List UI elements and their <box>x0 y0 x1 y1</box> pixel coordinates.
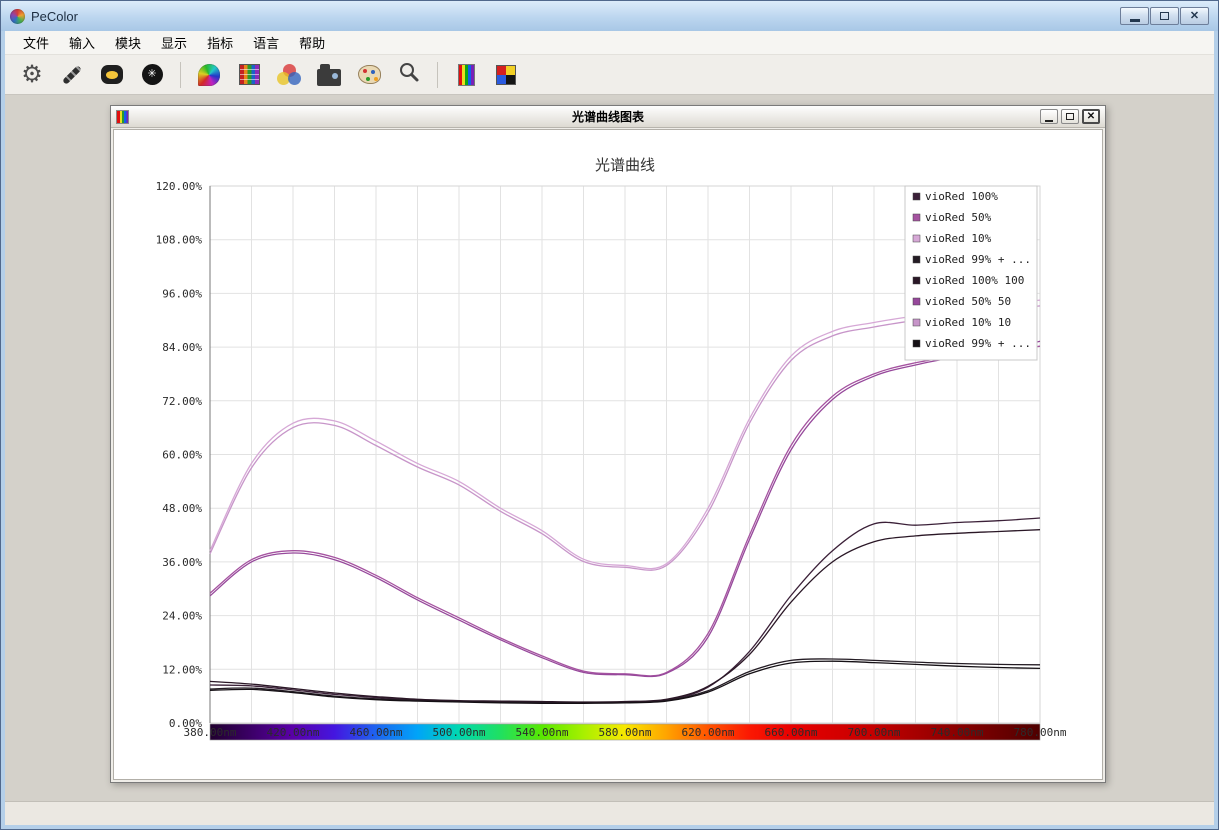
spectral-curve-chart: 0.00%12.00%24.00%36.00%48.00%60.00%72.00… <box>114 130 1100 776</box>
child-maximize-button[interactable] <box>1061 109 1079 124</box>
toolbar: ⚙ ✳ <box>5 55 1214 95</box>
instrument-button[interactable] <box>312 59 346 91</box>
minimize-button[interactable] <box>1120 7 1149 25</box>
y-axis-label: 48.00% <box>162 502 202 515</box>
y-axis-label: 24.00% <box>162 610 202 623</box>
color-table-button[interactable] <box>232 59 266 91</box>
legend-swatch <box>913 319 920 326</box>
child-title-bar[interactable]: 光谱曲线图表 ✕ <box>111 106 1105 128</box>
spectral-chart-window: 光谱曲线图表 ✕ 0.00%12.00%24.00%36.00%48.00%60… <box>110 105 1106 783</box>
spectrum-window-icon <box>116 110 129 124</box>
title-bar[interactable]: PeColor ✕ <box>1 1 1218 31</box>
palette-icon <box>358 65 381 84</box>
palette-button[interactable] <box>352 59 386 91</box>
child-close-icon: ✕ <box>1087 112 1095 122</box>
child-minimize-icon <box>1045 120 1053 122</box>
child-window-title: 光谱曲线图表 <box>111 108 1105 125</box>
settings-button[interactable]: ⚙ <box>15 59 49 91</box>
menu-bar: 文件输入模块显示指标语言帮助 <box>5 31 1214 55</box>
x-axis-label: 540.00nm <box>516 726 569 739</box>
close-icon: ✕ <box>1190 11 1199 22</box>
color-mix-circles-icon <box>277 64 301 86</box>
y-axis-label: 60.00% <box>162 449 202 462</box>
legend-label: vioRed 100% 100 <box>925 274 1024 287</box>
x-axis-label: 500.00nm <box>433 726 486 739</box>
x-axis-label: 420.00nm <box>267 726 320 739</box>
legend-label: vioRed 100% <box>925 190 998 203</box>
y-axis-label: 84.00% <box>162 341 202 354</box>
instrument-icon <box>317 69 341 86</box>
y-axis-label: 12.00% <box>162 663 202 676</box>
magnifier-icon <box>398 61 420 88</box>
toolbar-separator <box>437 62 438 88</box>
x-axis-label: 780.00nm <box>1014 726 1067 739</box>
legend-swatch <box>913 298 920 305</box>
color-mix-button[interactable] <box>272 59 306 91</box>
y-axis-label: 120.00% <box>156 180 203 193</box>
chromaticity-button[interactable] <box>192 59 226 91</box>
x-axis-label: 580.00nm <box>599 726 652 739</box>
menu-item-metric[interactable]: 指标 <box>197 30 243 55</box>
color-squares-icon <box>496 65 516 85</box>
legend-label: vioRed 99% + ... <box>925 253 1031 266</box>
child-maximize-icon <box>1066 113 1074 120</box>
mdi-workspace: 光谱曲线图表 ✕ 0.00%12.00%24.00%36.00%48.00%60… <box>5 95 1214 801</box>
minimize-icon <box>1130 19 1140 22</box>
color-squares-button[interactable] <box>489 59 523 91</box>
y-axis-label: 108.00% <box>156 234 203 247</box>
x-axis-label: 660.00nm <box>765 726 818 739</box>
toolbar-separator <box>180 62 181 88</box>
status-bar <box>5 801 1214 825</box>
x-axis-label: 700.00nm <box>848 726 901 739</box>
legend-swatch <box>913 235 920 242</box>
probe-button[interactable] <box>55 59 89 91</box>
legend-label: vioRed 10% 10 <box>925 316 1011 329</box>
legend-label: vioRed 10% <box>925 232 992 245</box>
menu-item-display[interactable]: 显示 <box>151 30 197 55</box>
gear-icon: ⚙ <box>21 63 43 87</box>
legend-swatch <box>913 256 920 263</box>
menu-item-file[interactable]: 文件 <box>13 30 59 55</box>
spectrum-bars-icon <box>458 64 475 86</box>
sample-capsule-icon <box>101 65 123 84</box>
zoom-button[interactable] <box>392 59 426 91</box>
aperture-icon: ✳ <box>142 64 163 85</box>
close-button[interactable]: ✕ <box>1180 7 1209 25</box>
maximize-button[interactable] <box>1150 7 1179 25</box>
legend-swatch <box>913 340 920 347</box>
menu-item-language[interactable]: 语言 <box>243 30 289 55</box>
chart-title: 光谱曲线 <box>595 157 655 174</box>
child-window-controls: ✕ <box>1040 109 1100 124</box>
maximize-icon <box>1160 12 1169 20</box>
chromaticity-diagram-icon <box>198 64 220 86</box>
legend-label: vioRed 99% + ... <box>925 337 1031 350</box>
legend-swatch <box>913 214 920 221</box>
spectrum-chart-button[interactable] <box>449 59 483 91</box>
app-window: PeColor ✕ 文件输入模块显示指标语言帮助 ⚙ ✳ <box>0 0 1219 830</box>
legend-swatch <box>913 277 920 284</box>
x-axis-label: 740.00nm <box>931 726 984 739</box>
menu-item-help[interactable]: 帮助 <box>289 30 335 55</box>
app-logo-icon <box>10 9 25 24</box>
legend-swatch <box>913 193 920 200</box>
aperture-button[interactable]: ✳ <box>135 59 169 91</box>
menu-item-module[interactable]: 模块 <box>105 30 151 55</box>
app-title: PeColor <box>31 9 78 24</box>
x-axis-label: 620.00nm <box>682 726 735 739</box>
window-controls: ✕ <box>1120 7 1209 25</box>
menu-item-input[interactable]: 输入 <box>59 30 105 55</box>
probe-icon <box>62 65 82 85</box>
y-axis-label: 96.00% <box>162 287 202 300</box>
x-axis-label: 460.00nm <box>350 726 403 739</box>
y-axis-label: 36.00% <box>162 556 202 569</box>
color-table-icon <box>239 64 260 85</box>
legend-label: vioRed 50% <box>925 211 992 224</box>
child-minimize-button[interactable] <box>1040 109 1058 124</box>
child-close-button[interactable]: ✕ <box>1082 109 1100 124</box>
chart-area: 0.00%12.00%24.00%36.00%48.00%60.00%72.00… <box>113 129 1103 780</box>
x-axis-label: 380.00nm <box>184 726 237 739</box>
y-axis-label: 72.00% <box>162 395 202 408</box>
legend-label: vioRed 50% 50 <box>925 295 1011 308</box>
sample-button[interactable] <box>95 59 129 91</box>
